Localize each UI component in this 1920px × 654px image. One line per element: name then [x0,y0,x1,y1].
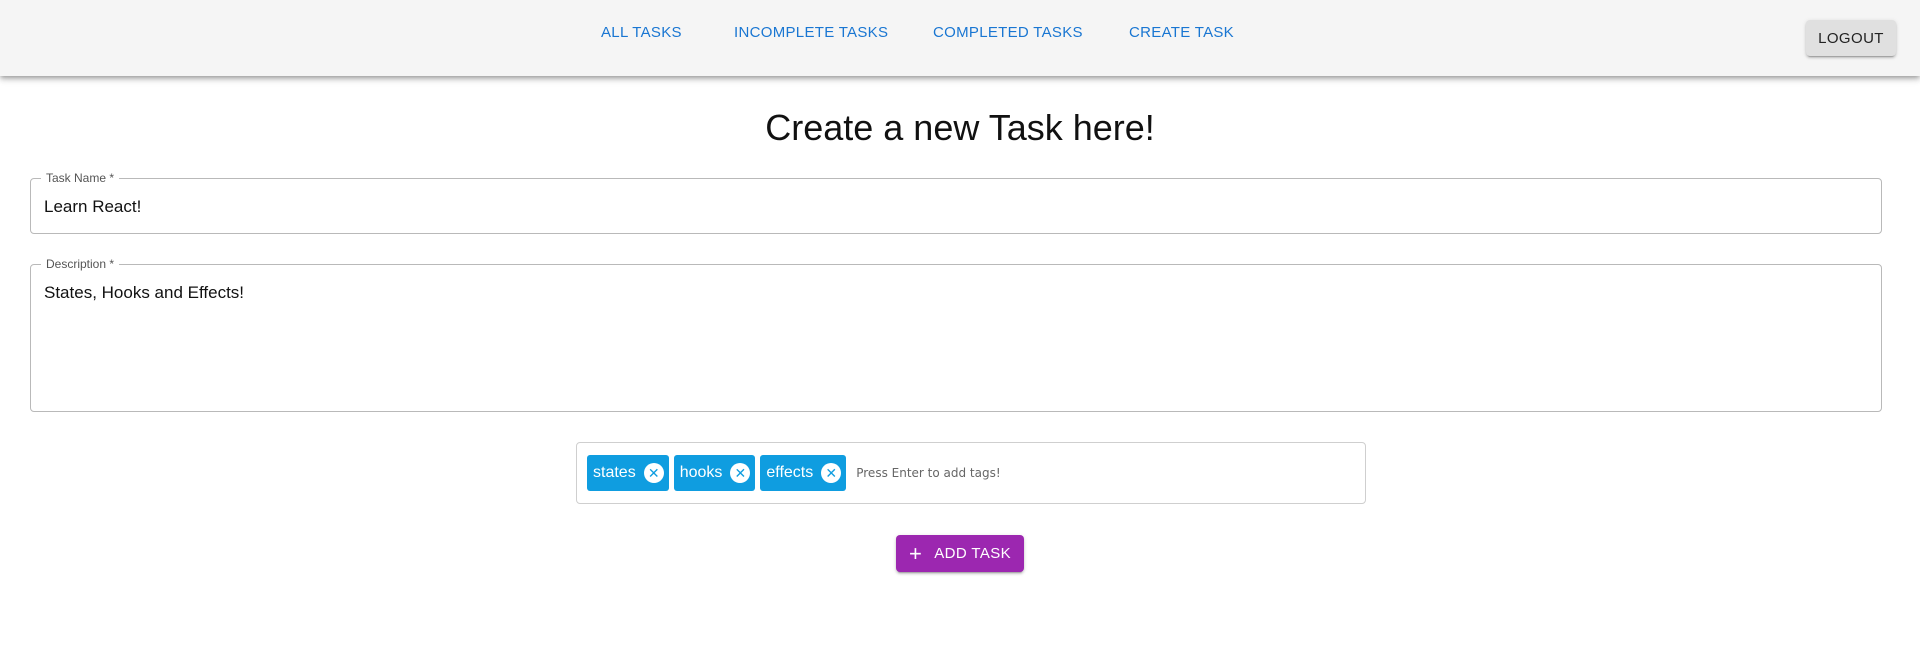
tag-label: effects [766,464,814,481]
tag-chip: effects ✕ [760,455,847,491]
tag-label: states [593,464,636,481]
logout-button[interactable]: Logout [1806,20,1896,56]
nav-link-incomplete-tasks[interactable]: Incomplete Tasks [734,24,888,41]
nav-link-create-task[interactable]: Create Task [1129,24,1234,41]
tag-label: hooks [679,464,723,481]
close-circle-icon[interactable]: ✕ [730,463,751,483]
tag-chip: hooks ✕ [673,455,756,491]
app-bar: All Tasks Incomplete Tasks Completed Tas… [0,0,1920,76]
task-name-field[interactable]: Task Name * Learn React! [30,170,1882,234]
tag-chip: states ✕ [587,455,669,491]
add-task-button[interactable]: + Add Task [896,535,1024,572]
tag-input[interactable] [854,465,1159,481]
task-name-label: Task Name * [41,170,120,186]
close-circle-icon[interactable]: ✕ [643,463,664,483]
nav-link-all-tasks[interactable]: All Tasks [601,24,682,41]
description-textarea[interactable]: States, Hooks and Effects! [44,283,244,303]
description-label: Description * [41,256,120,272]
description-field[interactable]: Description * States, Hooks and Effects! [30,256,1882,412]
tags-input-box[interactable]: states ✕ hooks ✕ effects ✕ [576,442,1366,504]
nav-link-completed-tasks[interactable]: Completed Tasks [933,24,1083,41]
task-name-input[interactable]: Learn React! [44,197,141,217]
page-title: Create a new Task here! [765,107,1155,148]
plus-icon: + [908,540,923,566]
add-task-label: Add Task [934,545,1012,562]
close-circle-icon[interactable]: ✕ [821,463,842,483]
